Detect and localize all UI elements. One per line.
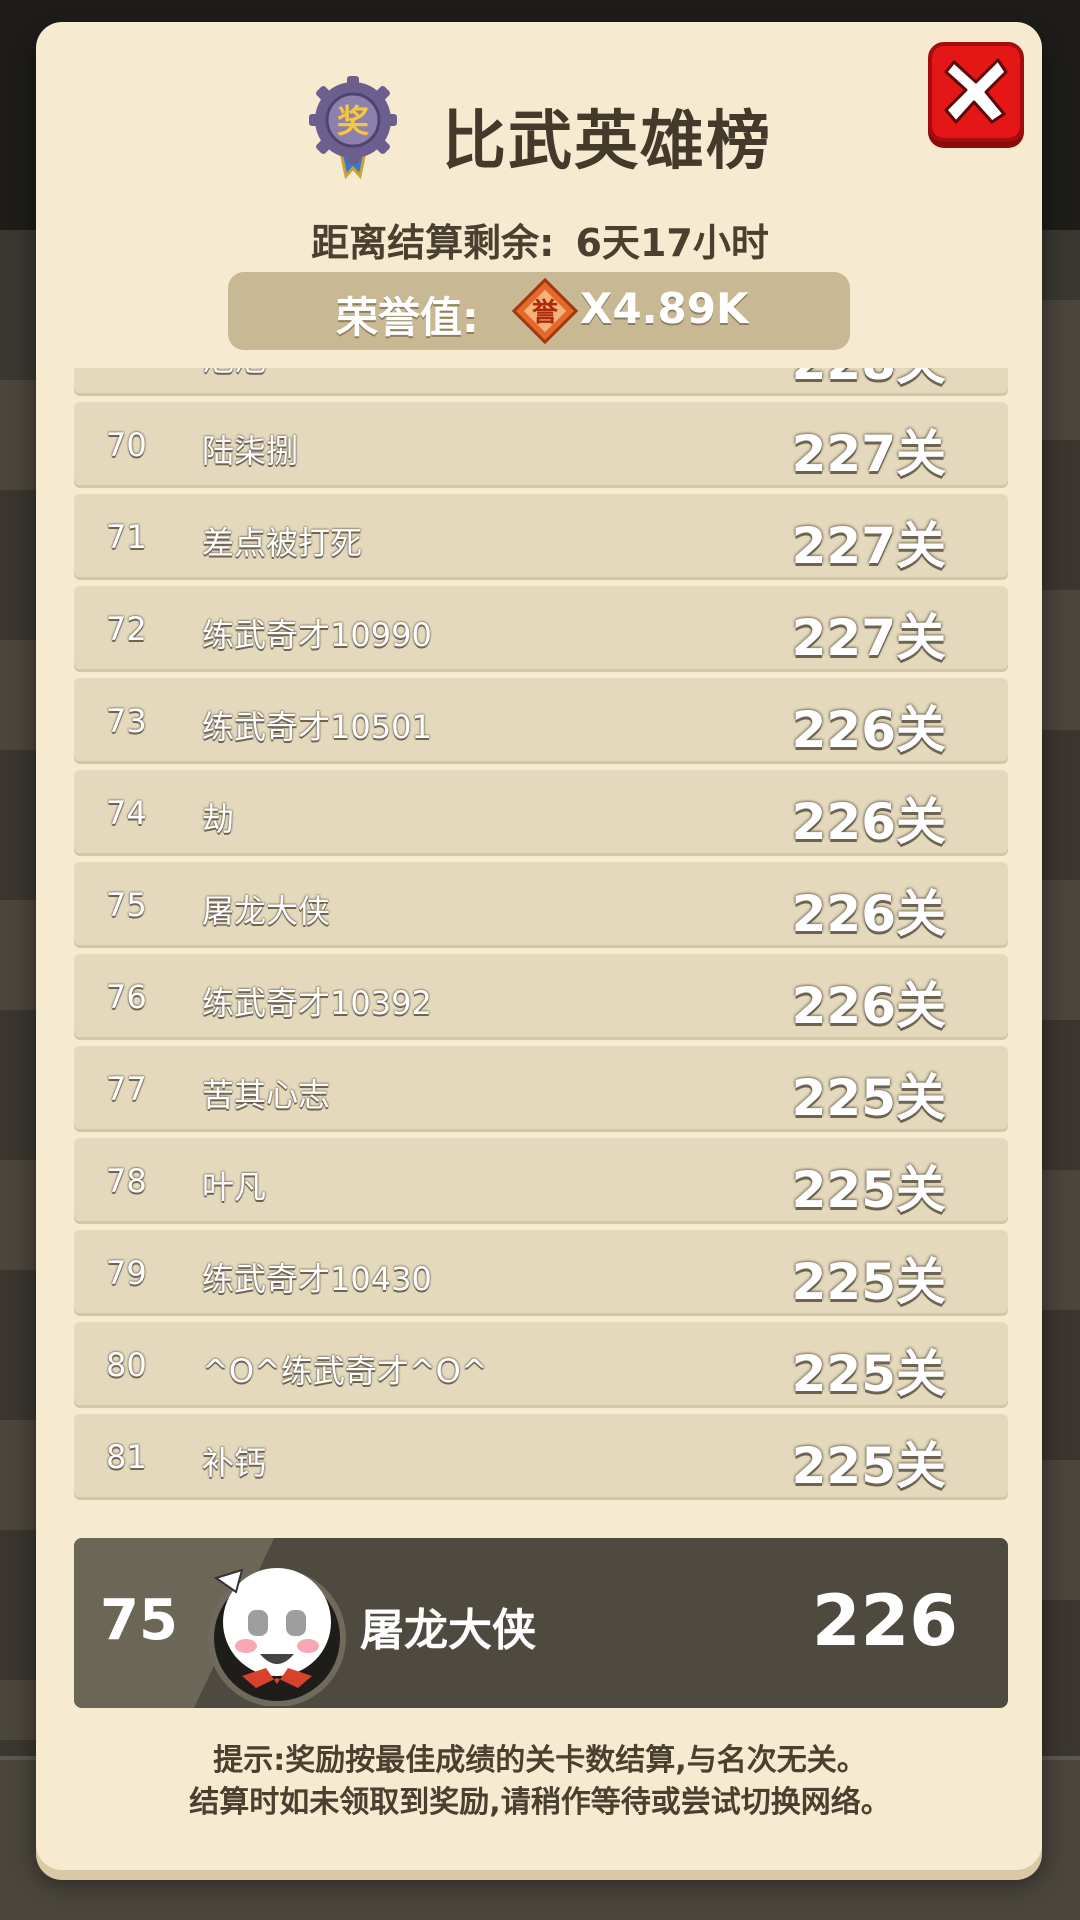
row-player-name: 练武奇才10392 <box>202 984 432 1022</box>
row-player-name: 劫 <box>202 800 235 838</box>
row-player-name: 叶凡 <box>202 1168 267 1206</box>
row-rank: 78 <box>106 1162 147 1200</box>
medal-icon: 奖 <box>309 76 397 180</box>
row-score: 225关 <box>791 1437 946 1495</box>
background-right-panels <box>1040 300 1080 1750</box>
leaderboard-row[interactable]: 78 叶凡 225关 <box>74 1138 1008 1224</box>
row-player-name: 泡泡 <box>202 368 266 380</box>
row-rank: 76 <box>106 978 147 1016</box>
row-rank: 73 <box>106 702 147 740</box>
honor-badge-icon: 誉 <box>512 278 578 344</box>
leaderboard-row[interactable]: 73 练武奇才10501 226关 <box>74 678 1008 764</box>
leaderboard-list[interactable]: 69 泡泡 228关 70 陆柒捌 227关 71 差点被打死 227关 72 练武奇才10990 2… <box>74 368 1008 1524</box>
row-player-name: 练武奇才10990 <box>202 616 432 654</box>
page-title: 比武英雄榜 <box>442 105 772 179</box>
leaderboard-row[interactable]: 70 陆柒捌 227关 <box>74 402 1008 488</box>
row-rank: 75 <box>106 886 147 924</box>
row-score: 226关 <box>791 701 946 759</box>
honor-bar: 荣誉值: 誉 X4.89K <box>228 272 850 350</box>
row-rank: 81 <box>106 1438 147 1476</box>
leaderboard-row[interactable]: 80 ^O^练武奇才^O^ 225关 <box>74 1322 1008 1408</box>
leaderboard-row[interactable]: 76 练武奇才10392 226关 <box>74 954 1008 1040</box>
row-score: 227关 <box>791 609 946 667</box>
tips-line-1: 提示:奖励按最佳成绩的关卡数结算,与名次无关。 <box>213 1743 867 1778</box>
leaderboard-row[interactable]: 77 苦其心志 225关 <box>74 1046 1008 1132</box>
row-score: 228关 <box>792 368 946 394</box>
leaderboard-row[interactable]: 74 劫 226关 <box>74 770 1008 856</box>
row-score: 225关 <box>791 1345 946 1403</box>
row-score: 227关 <box>791 517 946 575</box>
my-rank-card: 75 屠龙大侠 226 <box>74 1538 1008 1708</box>
countdown-label: 距离结算剩余: <box>311 221 555 265</box>
row-rank: 77 <box>106 1070 147 1108</box>
row-player-name: 练武奇才10501 <box>202 708 432 746</box>
row-player-name: 补钙 <box>202 1444 267 1482</box>
honor-value: X4.89K <box>580 284 749 333</box>
row-score: 226关 <box>791 793 946 851</box>
row-player-name: 差点被打死 <box>202 524 363 562</box>
settlement-countdown: 距离结算剩余: 6天17小时 <box>0 212 1080 267</box>
row-player-name: 屠龙大侠 <box>202 892 331 930</box>
row-score: 225关 <box>791 1161 946 1219</box>
avatar[interactable] <box>202 1556 352 1706</box>
row-score: 225关 <box>791 1253 946 1311</box>
row-score: 226关 <box>791 977 946 1035</box>
title-row: 奖 比武英雄榜 <box>0 70 1080 190</box>
row-rank: 79 <box>106 1254 147 1292</box>
leaderboard-row[interactable]: 81 补钙 225关 <box>74 1414 1008 1500</box>
leaderboard-row[interactable]: 72 练武奇才10990 227关 <box>74 586 1008 672</box>
my-rank-number: 75 <box>100 1588 178 1653</box>
row-rank: 69 <box>106 368 147 372</box>
honor-label: 荣誉值: <box>336 293 479 342</box>
row-rank: 80 <box>106 1346 147 1384</box>
countdown-value: 6天17小时 <box>575 221 769 265</box>
row-rank: 74 <box>106 794 147 832</box>
row-rank: 72 <box>106 610 147 648</box>
medal-glyph: 奖 <box>337 102 369 140</box>
row-rank: 70 <box>106 426 147 464</box>
leaderboard-row[interactable]: 79 练武奇才10430 225关 <box>74 1230 1008 1316</box>
row-rank: 71 <box>106 518 147 556</box>
row-score: 225关 <box>791 1069 946 1127</box>
row-player-name: ^O^练武奇才^O^ <box>202 1352 488 1390</box>
row-score: 227关 <box>791 425 946 483</box>
row-player-name: 练武奇才10430 <box>202 1260 432 1298</box>
row-score: 226关 <box>791 885 946 943</box>
my-score: 226 <box>811 1580 958 1662</box>
tips: 提示:奖励按最佳成绩的关卡数结算,与名次无关。 结算时如未领取到奖励,请稍作等待… <box>0 1740 1080 1824</box>
leaderboard-row[interactable]: 69 泡泡 228关 <box>74 368 1008 396</box>
tips-line-2: 结算时如未领取到奖励,请稍作等待或尝试切换网络。 <box>189 1785 891 1820</box>
honor-glyph: 誉 <box>532 298 559 328</box>
row-player-name: 苦其心志 <box>202 1076 331 1114</box>
row-player-name: 陆柒捌 <box>202 432 299 470</box>
my-name: 屠龙大侠 <box>360 1605 536 1656</box>
leaderboard-row[interactable]: 75 屠龙大侠 226关 <box>74 862 1008 948</box>
background-left-panels <box>0 380 36 1740</box>
leaderboard-row[interactable]: 71 差点被打死 227关 <box>74 494 1008 580</box>
